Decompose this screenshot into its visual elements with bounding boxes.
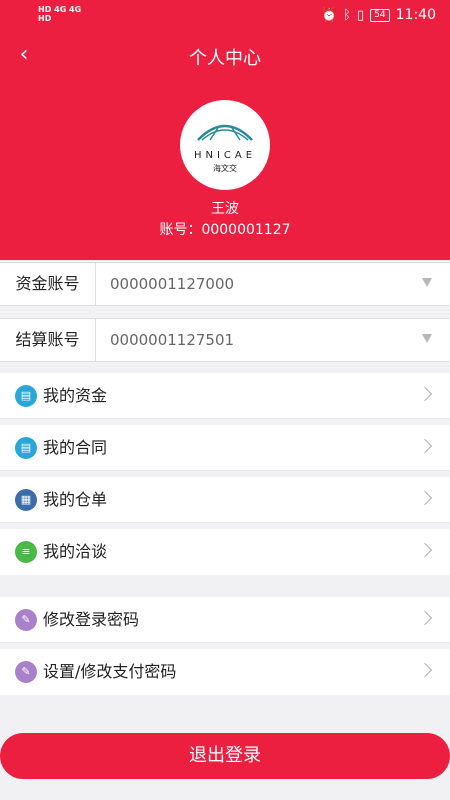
chevron-right-icon: [417, 386, 433, 402]
warehouse-receipt-icon: ▦: [15, 489, 37, 511]
chevron-right-icon: [417, 610, 433, 626]
signal-indicators: HD 4G 4G HD: [38, 5, 81, 23]
menu-change-login-password[interactable]: ✎ 修改登录密码: [0, 597, 450, 643]
account-number: 账号：0000001127: [0, 219, 450, 239]
profile-header: HD 4G 4G HD ⏰ ᛒ ▯ 54 11:40 ‹ 个人中心 HNICAE…: [0, 0, 450, 260]
menu-label: 我的资金: [43, 386, 108, 405]
vibrate-icon: ▯: [357, 7, 365, 23]
edit-password-icon: ✎: [15, 609, 37, 631]
fund-account-label: 资金账号: [0, 263, 96, 305]
chevron-right-icon: [417, 438, 433, 454]
menu-label: 设置/修改支付密码: [43, 662, 177, 681]
menu-label: 修改登录密码: [43, 610, 140, 629]
logout-button[interactable]: 退出登录: [0, 733, 450, 779]
chevron-right-icon: [417, 662, 433, 678]
status-bar: HD 4G 4G HD ⏰ ᛒ ▯ 54 11:40: [0, 0, 450, 32]
logo-text: HNICAE: [194, 150, 256, 161]
page-title: 个人中心: [189, 48, 261, 69]
bluetooth-icon: ᛒ: [343, 7, 352, 23]
menu-label: 我的洽谈: [43, 542, 108, 561]
fund-doc-icon: ▤: [15, 385, 37, 407]
settlement-account-label: 结算账号: [0, 319, 96, 361]
menu-my-contracts[interactable]: ▤ 我的合同: [0, 425, 450, 471]
user-name: 王波: [211, 201, 239, 217]
signal-text-top: HD 4G 4G: [38, 5, 82, 14]
status-right: ⏰ ᛒ ▯ 54 11:40: [321, 7, 436, 23]
alarm-icon: ⏰: [321, 7, 338, 23]
logo-arch-icon: HNICAE 海文交: [194, 124, 256, 173]
battery-icon: 54: [370, 8, 390, 22]
contract-doc-icon: ▤: [15, 437, 37, 459]
settlement-account-select[interactable]: 结算账号 0000001127501: [0, 318, 450, 362]
chevron-right-icon: [417, 490, 433, 506]
menu-label: 我的合同: [43, 438, 108, 457]
edit-pay-password-icon: ✎: [15, 661, 37, 683]
menu-my-warehouse-receipts[interactable]: ▦ 我的仓单: [0, 477, 450, 523]
dropdown-caret-icon: [422, 278, 432, 287]
account-label: 账号：: [159, 222, 202, 238]
logo-sub: 海文交: [213, 163, 237, 173]
menu-my-funds[interactable]: ▤ 我的资金: [0, 373, 450, 419]
menu-label: 我的仓单: [43, 490, 108, 509]
menu-set-payment-password[interactable]: ✎ 设置/修改支付密码: [0, 649, 450, 695]
menu-my-negotiations[interactable]: ≡ 我的洽谈: [0, 529, 450, 575]
signal-text-bottom: HD: [38, 14, 52, 23]
settlement-account-value: 0000001127501: [110, 331, 235, 349]
fund-account-value: 0000001127000: [110, 275, 235, 293]
dropdown-caret-icon: [422, 334, 432, 343]
chevron-right-icon: [417, 542, 433, 558]
status-time: 11:40: [395, 7, 436, 23]
account-value: 0000001127: [201, 222, 291, 238]
avatar[interactable]: HNICAE 海文交: [180, 100, 270, 190]
chat-lines-icon: ≡: [15, 541, 37, 563]
fund-account-select[interactable]: 资金账号 0000001127000: [0, 262, 450, 306]
